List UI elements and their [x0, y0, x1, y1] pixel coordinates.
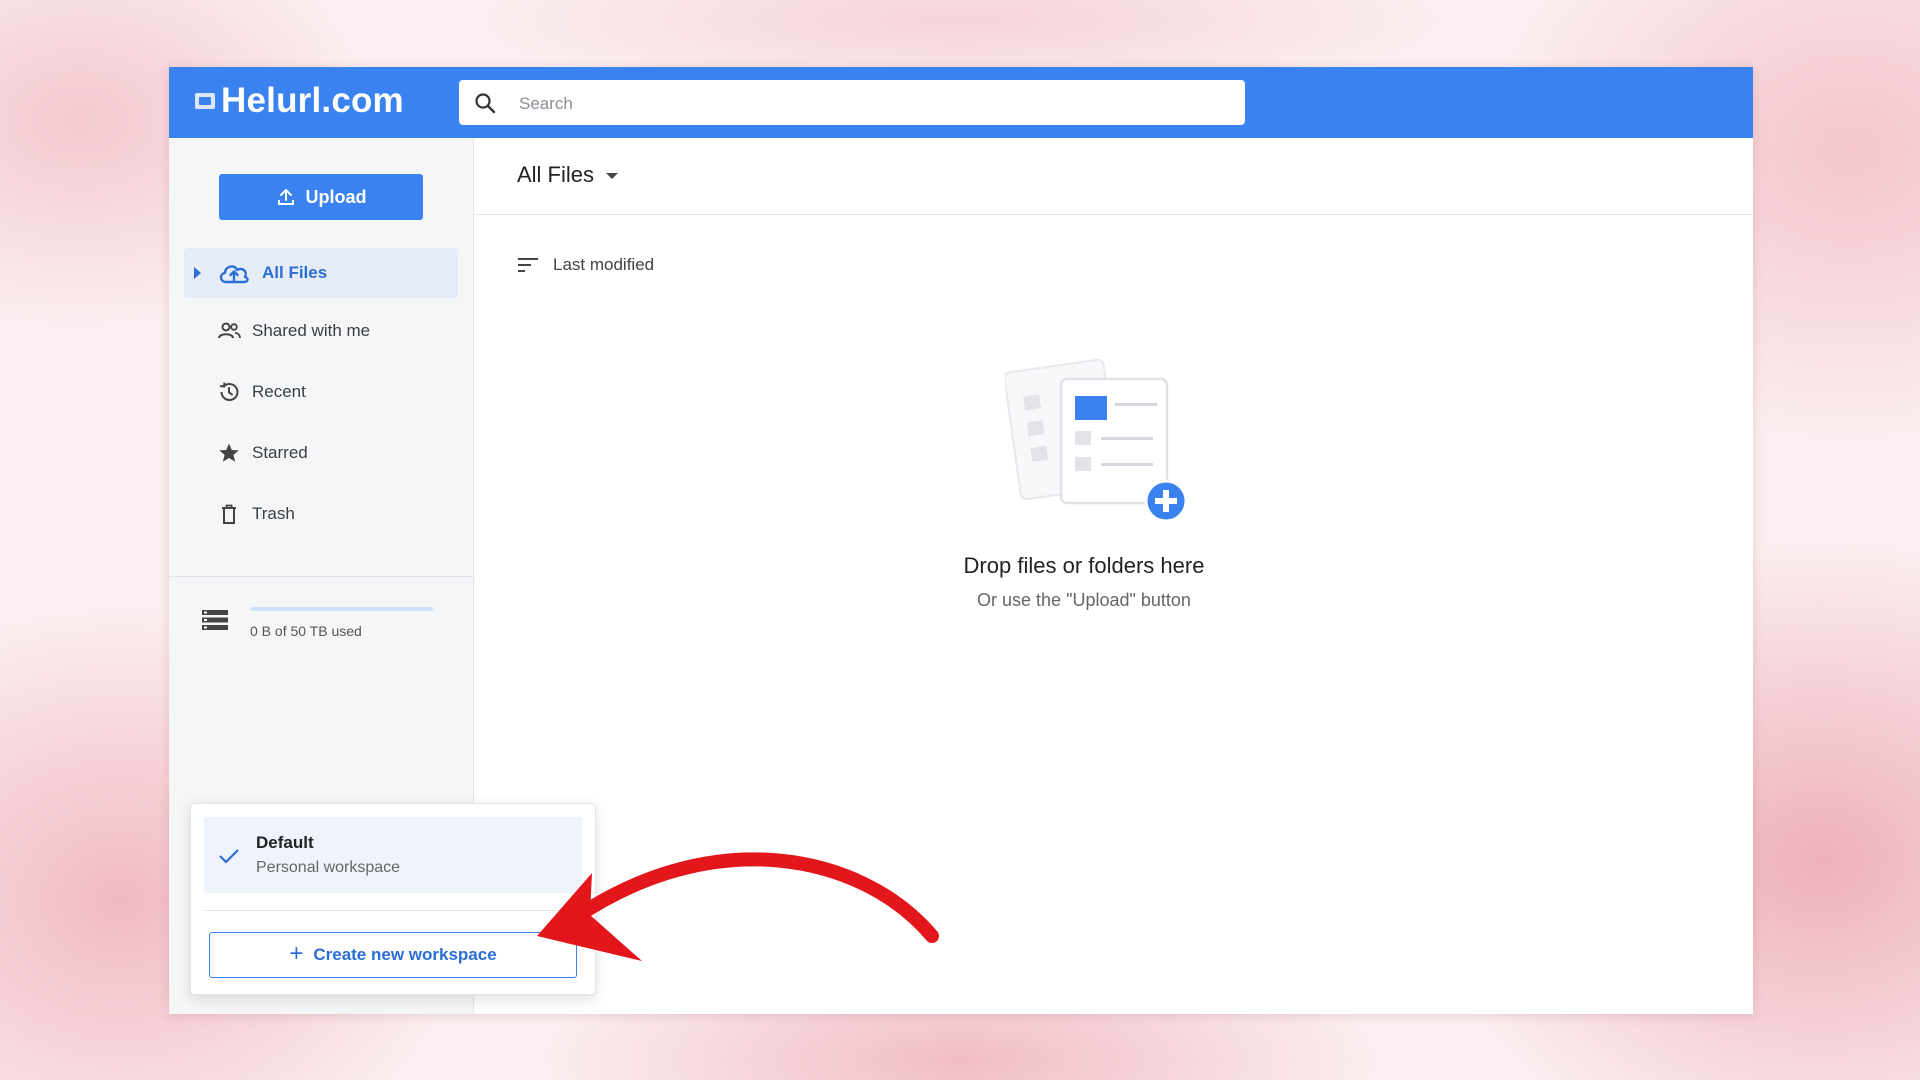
logo-text: Helurl.com	[221, 81, 404, 120]
search-bar[interactable]	[459, 80, 1245, 127]
star-icon	[219, 443, 239, 462]
logo-icon	[195, 93, 215, 109]
history-icon	[219, 382, 239, 401]
content-header: All Files	[474, 138, 1753, 215]
empty-state-title: Drop files or folders here	[963, 553, 1205, 578]
logo[interactable]: Helurl.com	[195, 81, 404, 121]
sidebar-item-shared-with-me[interactable]: Shared with me	[184, 306, 458, 356]
checkmark-icon	[219, 849, 239, 864]
storage-usage-text: 0 B of 50 TB used	[250, 623, 362, 639]
storage-progress-bar	[250, 607, 433, 611]
upload-icon	[277, 189, 294, 205]
create-workspace-label: Create new workspace	[313, 945, 497, 964]
workspace-menu-divider	[204, 910, 582, 911]
folder-title-dropdown[interactable]: All Files	[517, 162, 619, 188]
sidebar-item-label: Recent	[252, 382, 306, 401]
sidebar-item-trash[interactable]: Trash	[184, 489, 458, 539]
trash-icon	[222, 504, 236, 524]
sidebar-item-all-files[interactable]: All Files	[184, 248, 458, 298]
cloud-upload-icon	[219, 265, 249, 284]
search-icon	[475, 93, 496, 114]
sidebar-item-label: Shared with me	[252, 321, 371, 340]
sort-icon	[518, 258, 538, 272]
page-title: All Files	[517, 162, 595, 187]
sidebar-item-label: Trash	[252, 504, 295, 523]
sidebar-item-starred[interactable]: Starred	[184, 428, 458, 478]
sidebar-item-recent[interactable]: Recent	[184, 367, 458, 417]
empty-folder-illustration-icon	[1005, 358, 1188, 521]
sort-control[interactable]: Last modified	[517, 255, 654, 275]
storage-meter[interactable]: 0 B of 50 TB used	[169, 588, 473, 668]
red-arrow-annotation	[537, 852, 939, 961]
storage-icon	[202, 610, 228, 630]
top-bar: Helurl.com	[169, 67, 1753, 138]
chevron-down-icon	[606, 173, 619, 179]
empty-state-subtitle: Or use the "Upload" button	[977, 590, 1191, 610]
upload-label: Upload	[305, 186, 367, 207]
workspace-description: Personal workspace	[256, 859, 401, 876]
sidebar-item-label: All Files	[262, 263, 328, 282]
people-icon	[218, 322, 241, 339]
expand-caret-icon[interactable]	[194, 267, 201, 279]
workspace-option-default[interactable]: Default Personal workspace	[204, 817, 582, 893]
sidebar-item-label: Starred	[252, 443, 308, 462]
sort-label: Last modified	[553, 255, 655, 274]
plus-icon: +	[289, 939, 304, 967]
sidebar-divider	[169, 576, 473, 577]
upload-button[interactable]: Upload	[219, 174, 423, 220]
search-input[interactable]	[517, 80, 1221, 127]
workspace-name: Default	[256, 833, 314, 852]
create-workspace-button[interactable]: + Create new workspace	[209, 932, 577, 978]
